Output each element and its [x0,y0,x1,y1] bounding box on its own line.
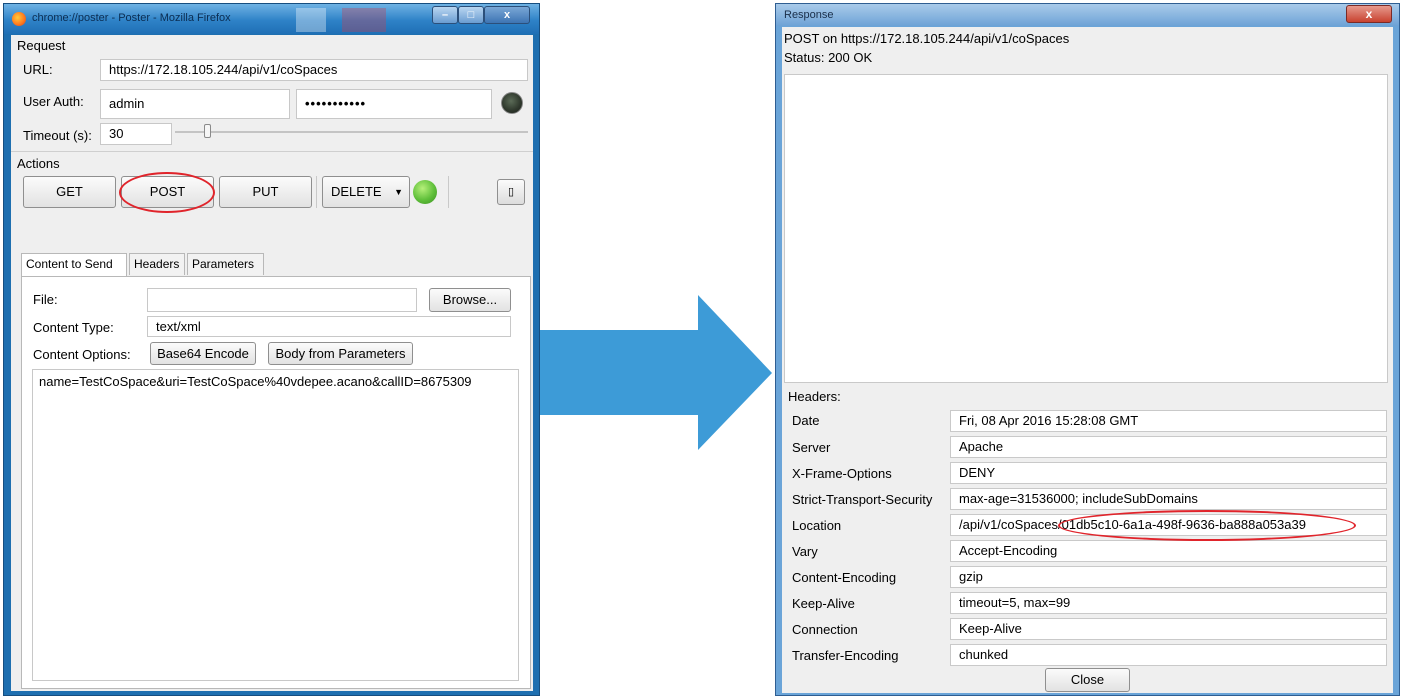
header-name: Vary [792,544,818,559]
response-summary: POST on https://172.18.105.244/api/v1/co… [784,31,1070,46]
content-to-send-panel: File: Browse... Content Type: text/xml C… [21,276,531,689]
get-button[interactable]: GET [23,176,116,208]
poster-window: chrome://poster - Poster - Mozilla Firef… [3,3,540,696]
header-value[interactable]: chunked [950,644,1387,666]
headers-label: Headers: [788,389,841,404]
header-name: Keep-Alive [792,596,855,611]
timeout-label: Timeout (s): [23,128,92,143]
response-body[interactable] [784,74,1388,383]
header-name: Server [792,440,831,455]
poster-client-area: Request URL: https://172.18.105.244/api/… [11,35,533,691]
minimize-button[interactable]: – [432,6,458,24]
location-id-highlight-circle [1058,510,1356,541]
file-label: File: [33,292,58,307]
poster-window-title: chrome://poster - Poster - Mozilla Firef… [32,12,231,24]
header-value[interactable]: timeout=5, max=99 [950,592,1387,614]
header-value[interactable]: Apache [950,436,1387,458]
flow-arrow-icon [540,295,772,450]
username-input[interactable]: admin [100,89,290,119]
request-body-text: name=TestCoSpace&uri=TestCoSpace%40vdepe… [39,374,472,389]
tab-parameters[interactable]: Parameters [187,253,264,275]
header-value[interactable]: Keep-Alive [950,618,1387,640]
post-highlight-circle [119,172,215,213]
timeout-slider[interactable] [175,131,528,133]
header-value[interactable]: gzip [950,566,1387,588]
file-input[interactable] [147,288,417,312]
response-client-area: POST on https://172.18.105.244/api/v1/co… [782,27,1393,693]
content-type-label: Content Type: [33,320,114,335]
taskbar-thumbnail [342,8,386,32]
request-body-textarea[interactable]: name=TestCoSpace&uri=TestCoSpace%40vdepe… [32,369,519,681]
content-tabs: Content to Send Headers Parameters [21,253,531,277]
request-section-label: Request [17,38,66,53]
status-light-icon [413,180,437,204]
header-value[interactable]: Fri, 08 Apr 2016 15:28:08 GMT [950,410,1387,432]
delete-button-label: DELETE [331,184,382,199]
poster-titlebar[interactable]: chrome://poster - Poster - Mozilla Firef… [4,4,539,34]
close-icon[interactable]: x [1346,5,1392,23]
header-value[interactable]: Accept-Encoding [950,540,1387,562]
close-window-button[interactable]: x [484,6,530,24]
delete-button[interactable]: DELETE ▼ [322,176,410,208]
section-divider [11,151,533,152]
header-name: Transfer-Encoding [792,648,899,663]
close-button[interactable]: Close [1045,668,1130,692]
actions-divider [448,176,449,208]
response-window: Response x POST on https://172.18.105.24… [775,3,1400,696]
maximize-button[interactable]: □ [458,6,484,24]
header-name: Date [792,413,820,428]
tab-headers[interactable]: Headers [129,253,185,275]
response-status: Status: 200 OK [784,50,873,65]
auth-globe-icon[interactable] [501,92,523,114]
content-options-label: Content Options: [33,347,131,362]
actions-divider [316,176,317,208]
timeout-input[interactable]: 30 [100,123,172,145]
content-type-input[interactable]: text/xml [147,316,511,337]
taskbar-thumbnail [296,8,326,32]
actions-section-label: Actions [17,156,60,171]
browse-button[interactable]: Browse... [429,288,511,312]
timeout-slider-handle[interactable] [204,124,211,138]
firefox-icon [12,12,26,26]
header-name: Connection [792,622,858,637]
chevron-down-icon[interactable]: ▼ [394,177,403,207]
save-icon[interactable]: ▯ [497,179,525,205]
body-from-parameters-button[interactable]: Body from Parameters [268,342,413,365]
password-input[interactable]: ••••••••••• [296,89,492,119]
header-value[interactable]: max-age=31536000; includeSubDomains [950,488,1387,510]
header-value[interactable]: DENY [950,462,1387,484]
user-auth-label: User Auth: [23,94,84,109]
header-name: Content-Encoding [792,570,897,585]
base64-encode-button[interactable]: Base64 Encode [150,342,256,365]
url-label: URL: [23,62,53,77]
response-titlebar[interactable]: Response x [776,4,1399,26]
header-name: Location [792,518,842,533]
tab-content-to-send[interactable]: Content to Send [21,253,127,277]
header-name: Strict-Transport-Security [792,492,933,507]
response-window-title: Response [784,9,834,21]
header-name: X-Frame-Options [792,466,892,481]
url-input[interactable]: https://172.18.105.244/api/v1/coSpaces [100,59,528,81]
put-button[interactable]: PUT [219,176,312,208]
